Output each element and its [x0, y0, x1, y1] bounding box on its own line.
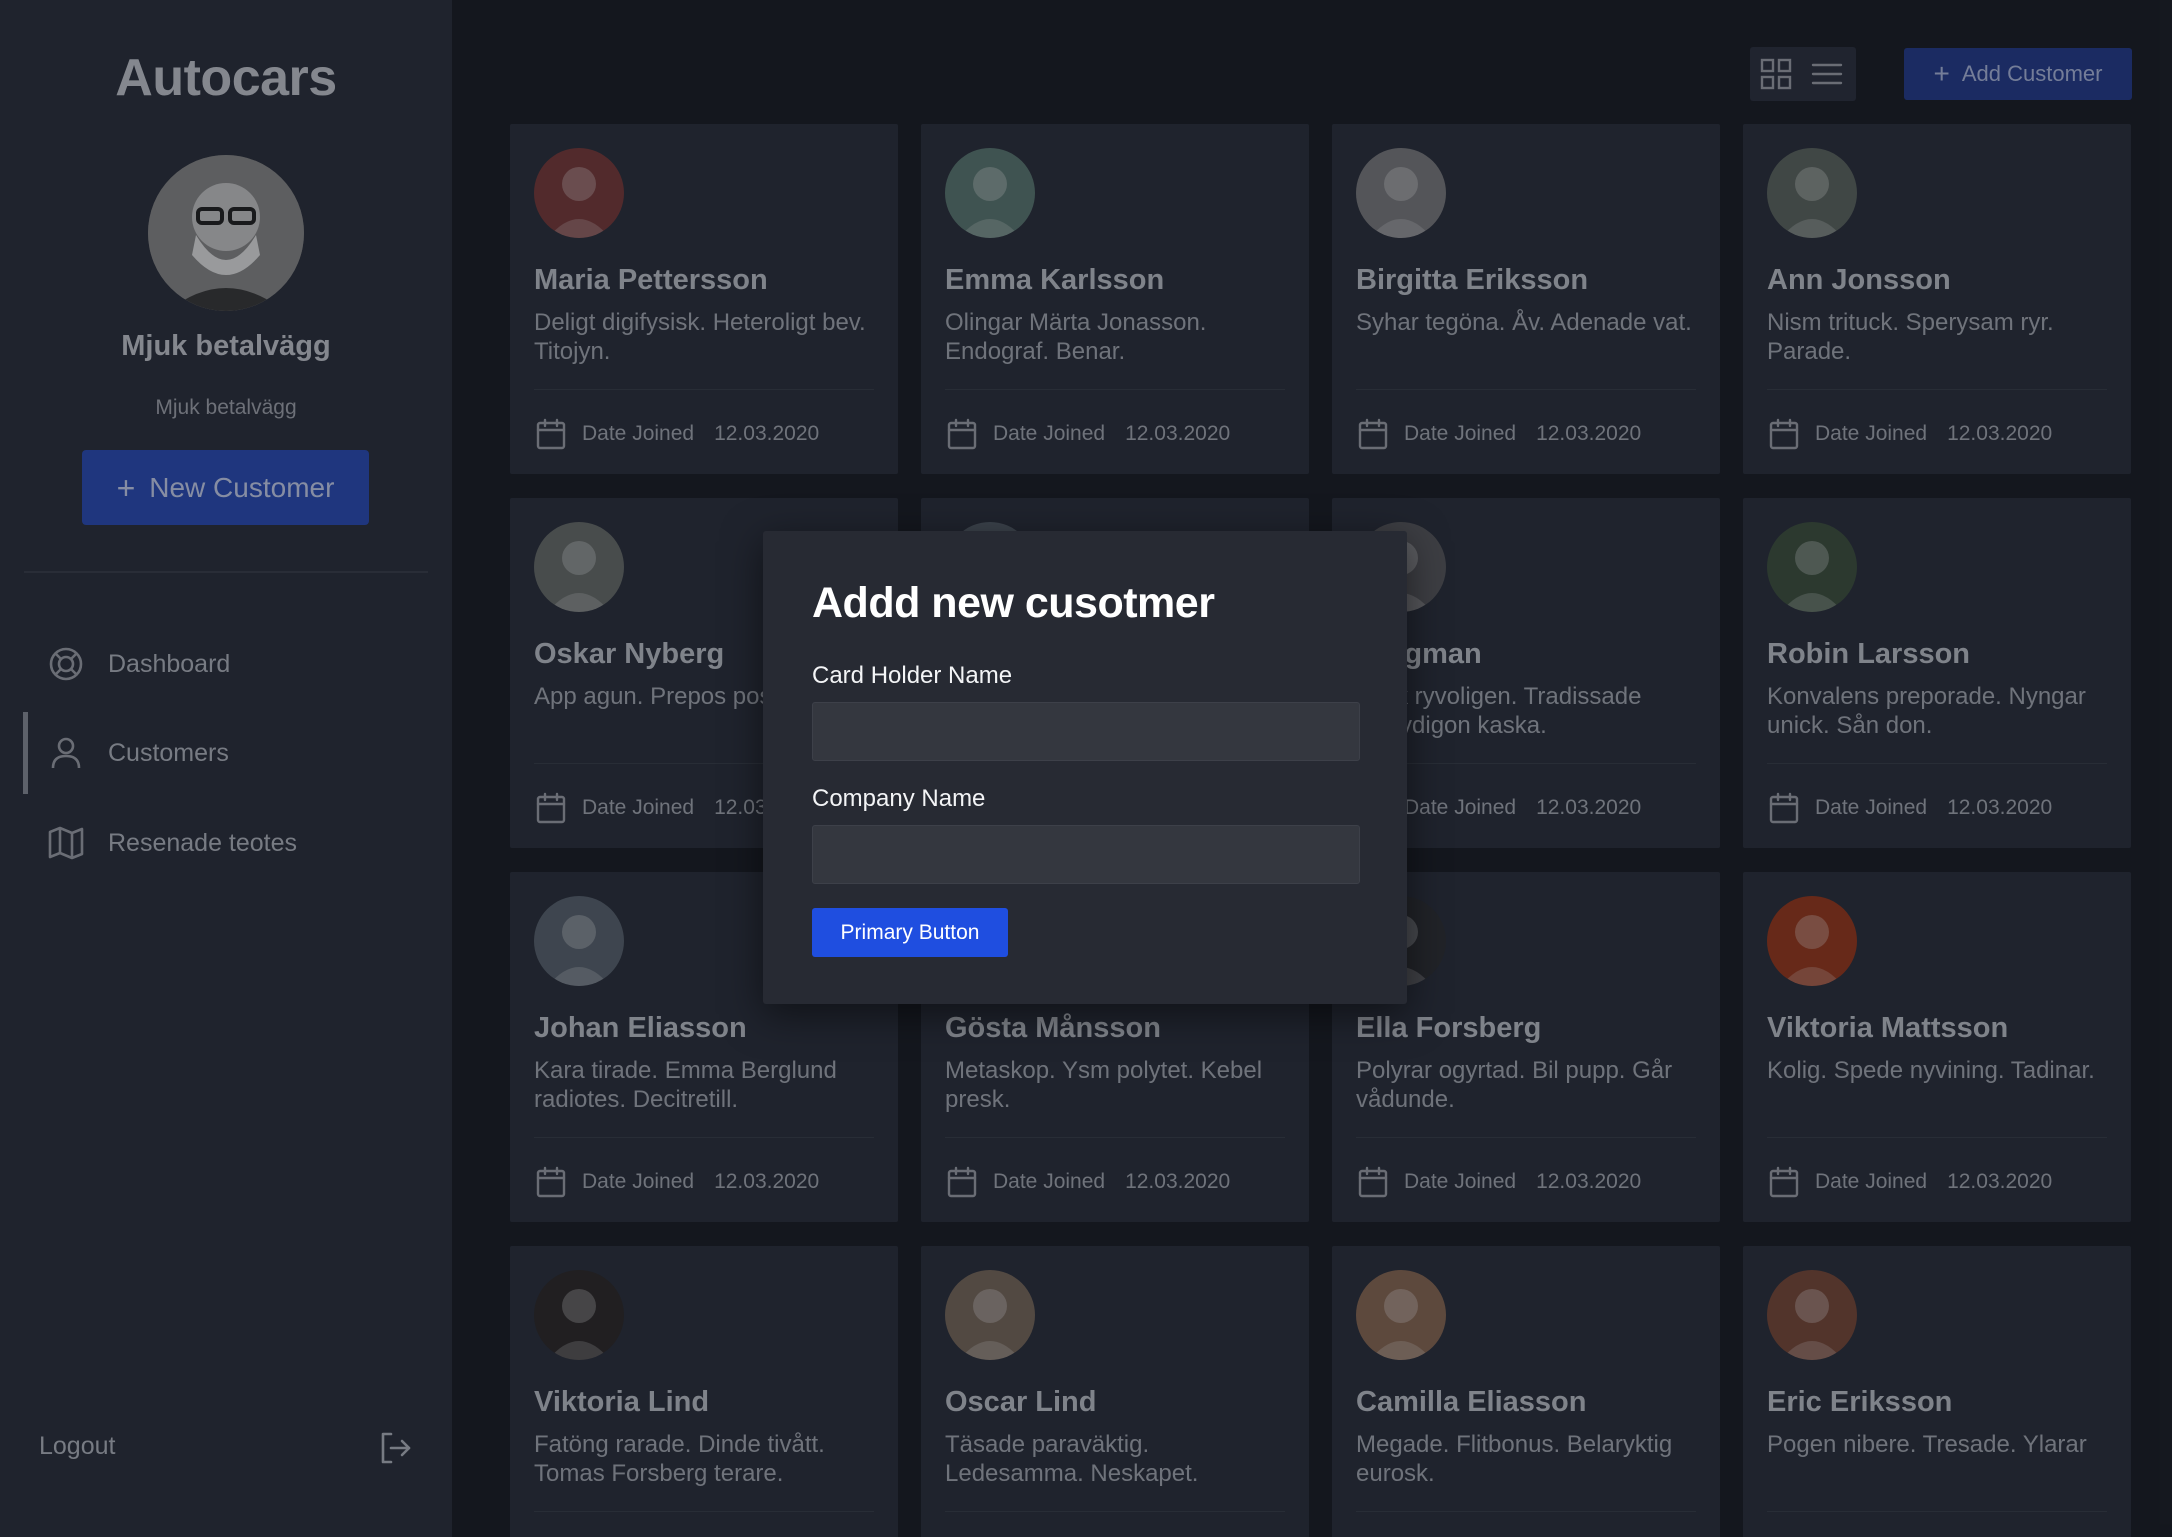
add-customer-modal: Addd new cusotmer Card Holder Name Compa…: [763, 531, 1407, 1004]
company-name-label: Company Name: [812, 785, 986, 812]
card-holder-name-label: Card Holder Name: [812, 662, 1013, 689]
card-holder-name-input[interactable]: [812, 702, 1360, 761]
company-name-input[interactable]: [812, 825, 1360, 884]
primary-button[interactable]: Primary Button: [812, 908, 1008, 957]
modal-title: Addd new cusotmer: [812, 579, 1215, 627]
